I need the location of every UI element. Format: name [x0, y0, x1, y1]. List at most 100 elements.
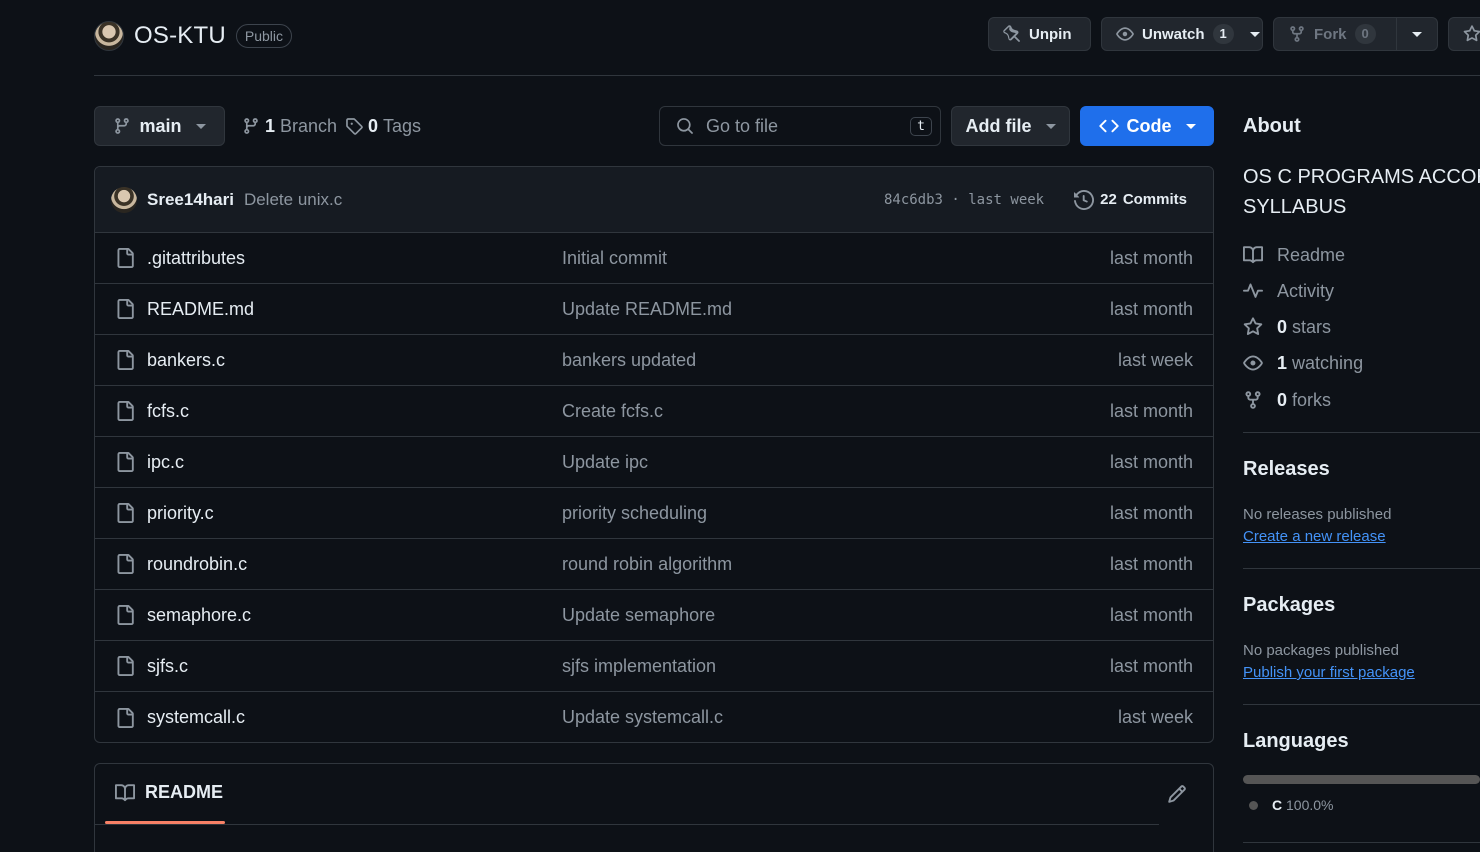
file-commit-date: last month — [1109, 298, 1193, 319]
language-item[interactable]: C 100.0% — [1249, 797, 1334, 813]
commits-link[interactable]: 22 Commits — [1074, 189, 1187, 210]
code-button[interactable]: Code — [1080, 106, 1214, 146]
file-commit-message[interactable]: priority scheduling — [562, 503, 707, 524]
repo-name[interactable]: OS-KTU — [134, 22, 226, 50]
file-icon — [115, 452, 135, 472]
watching-link[interactable]: 1 watching — [1243, 351, 1363, 375]
sidebar-divider — [1243, 432, 1480, 433]
file-row[interactable]: ipc.c Update ipc last month — [95, 437, 1213, 488]
releases-title[interactable]: Releases — [1243, 458, 1330, 481]
file-row[interactable]: bankers.c bankers updated last week — [95, 335, 1213, 386]
add-file-button[interactable]: Add file — [951, 106, 1070, 146]
commit-author[interactable]: Sree14hari — [147, 190, 234, 210]
publish-package-link[interactable]: Publish your first package — [1243, 664, 1415, 681]
star-button[interactable] — [1448, 17, 1480, 51]
file-row[interactable]: README.md Update README.md last month — [95, 284, 1213, 335]
file-commit-message[interactable]: round robin algorithm — [562, 554, 732, 575]
commit-message[interactable]: Delete unix.c — [244, 190, 342, 210]
file-row[interactable]: fcfs.c Create fcfs.c last month — [95, 386, 1213, 437]
file-commit-date: last week — [1117, 707, 1193, 727]
branch-icon — [115, 118, 130, 134]
unpin-label: Unpin — [1029, 25, 1072, 43]
author-avatar[interactable] — [111, 186, 137, 213]
commits-count: 22 — [1100, 191, 1117, 208]
activity-link[interactable]: Activity — [1243, 279, 1334, 303]
star-icon — [1463, 25, 1480, 42]
language-percent: 100.0% — [1286, 797, 1334, 813]
branch-icon — [244, 118, 258, 134]
file-name[interactable]: semaphore.c — [147, 605, 251, 626]
create-release-link[interactable]: Create a new release — [1243, 528, 1386, 545]
unwatch-label: Unwatch — [1142, 25, 1205, 43]
file-row[interactable]: .gitattributes Initial commit last month — [95, 233, 1213, 284]
unpin-button[interactable]: Unpin — [988, 17, 1091, 51]
stars-count: 0 — [1277, 316, 1288, 337]
latest-commit-bar: Sree14hari Delete unix.c 84c6db3 · last … — [95, 167, 1213, 233]
file-icon — [115, 248, 135, 268]
file-name[interactable]: .gitattributes — [147, 248, 245, 269]
forks-link[interactable]: 0 forks — [1243, 388, 1331, 412]
file-commit-message[interactable]: Create fcfs.c — [562, 401, 663, 422]
fork-button[interactable]: Fork 0 — [1273, 17, 1397, 51]
file-commit-message[interactable]: Update ipc — [562, 452, 648, 473]
fork-count: 0 — [1354, 24, 1376, 44]
file-name[interactable]: README.md — [147, 299, 254, 320]
tag-count: 0 — [368, 115, 379, 136]
history-icon — [1074, 189, 1095, 210]
languages-title: Languages — [1243, 730, 1349, 752]
file-commit-message[interactable]: Update README.md — [562, 299, 732, 320]
file-browser: Sree14hari Delete unix.c 84c6db3 · last … — [94, 166, 1214, 743]
header-divider — [94, 75, 1480, 76]
file-commit-message[interactable]: bankers updated — [562, 350, 696, 371]
tag-icon — [346, 118, 363, 135]
readme-link[interactable]: Readme — [1243, 243, 1345, 267]
language-name: C — [1272, 797, 1283, 813]
file-row[interactable]: roundrobin.c round robin algorithm last mo… — [95, 539, 1213, 590]
forks-label: forks — [1292, 389, 1332, 410]
stars-link[interactable]: 0 stars — [1243, 315, 1331, 339]
fork-icon — [1245, 391, 1261, 409]
go-to-file-input[interactable]: Go to file t — [659, 106, 941, 146]
file-name[interactable]: priority.c — [147, 503, 214, 524]
activity-link-label: Activity — [1277, 280, 1335, 301]
chevron-down-icon — [1249, 31, 1260, 37]
file-row[interactable]: priority.c priority scheduling last month — [95, 488, 1213, 539]
file-name[interactable]: fcfs.c — [147, 401, 189, 422]
fork-label: Fork — [1314, 25, 1347, 43]
branch-selector[interactable]: main — [94, 106, 225, 146]
pin-icon — [1003, 25, 1020, 42]
code-label: Code — [1126, 115, 1172, 136]
file-row[interactable]: semaphore.c Update semaphore last month — [95, 590, 1213, 641]
tag-label: Tags — [383, 115, 422, 136]
language-color-dot — [1249, 800, 1258, 810]
packages-title[interactable]: Packages — [1243, 594, 1335, 617]
file-name[interactable]: systemcall.c — [147, 707, 245, 728]
file-commit-message[interactable]: Initial commit — [562, 248, 667, 269]
unwatch-button[interactable]: Unwatch 1 — [1101, 17, 1263, 51]
owner-avatar[interactable] — [94, 21, 124, 51]
edit-readme-button[interactable] — [1167, 784, 1187, 804]
tags-link[interactable]: 0 Tags — [345, 106, 421, 146]
fork-dropdown-button[interactable] — [1396, 17, 1438, 51]
file-row[interactable]: systemcall.c Update systemcall.c last week — [95, 692, 1213, 742]
file-name[interactable]: ipc.c — [147, 452, 184, 473]
file-icon — [115, 605, 135, 625]
add-file-label: Add file — [965, 115, 1032, 136]
file-commit-message[interactable]: Update semaphore — [562, 605, 715, 626]
visibility-badge: Public — [235, 24, 293, 48]
file-row[interactable]: sjfs.c sjfs implementation last month — [95, 641, 1213, 692]
file-name[interactable]: roundrobin.c — [147, 554, 247, 575]
commits-label: Commits — [1122, 191, 1187, 208]
file-name[interactable]: sjfs.c — [147, 656, 188, 677]
shortcut-key: t — [910, 116, 932, 136]
readme-tab[interactable]: README — [115, 782, 223, 803]
file-commit-message[interactable]: sjfs implementation — [562, 656, 716, 677]
file-icon — [115, 350, 135, 370]
file-name[interactable]: bankers.c — [147, 350, 225, 371]
language-bar — [1243, 775, 1480, 784]
branches-link[interactable]: 1 Branch — [242, 106, 337, 146]
watch-count: 1 — [1212, 24, 1234, 44]
file-commit-message[interactable]: Update systemcall.c — [562, 707, 723, 728]
commit-sha-time[interactable]: 84c6db3 · last week — [884, 192, 1044, 208]
file-commit-date: last month — [1109, 655, 1193, 676]
